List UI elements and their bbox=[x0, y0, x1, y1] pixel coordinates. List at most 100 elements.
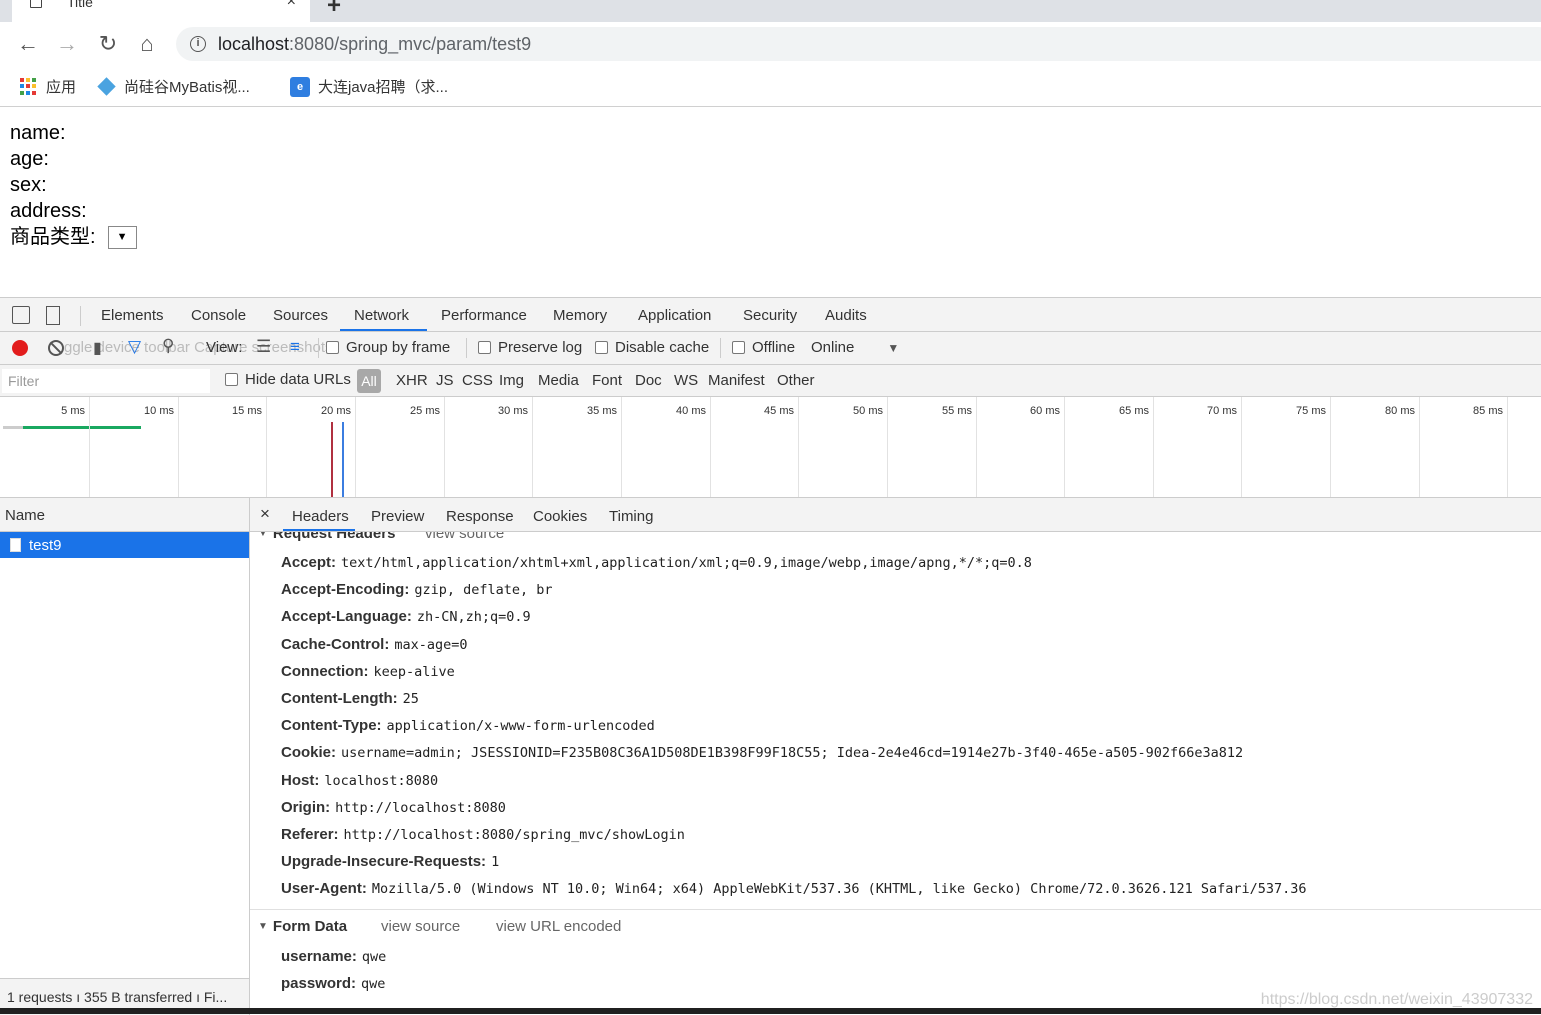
tab-audits[interactable]: Audits bbox=[825, 307, 867, 324]
header-name: User-Agent: bbox=[281, 880, 367, 898]
bookmark-label: 应用 bbox=[46, 79, 77, 96]
home-icon[interactable]: ⌂ bbox=[135, 31, 159, 56]
timeline-gridline bbox=[887, 397, 888, 497]
request-header-row: Accept-Encoding: gzip, deflate, br bbox=[281, 581, 553, 598]
form-field-name: password: bbox=[281, 975, 357, 992]
offline-checkbox[interactable]: Offline bbox=[732, 339, 795, 356]
filter-type-js[interactable]: JS bbox=[436, 372, 454, 389]
tab-performance[interactable]: Performance bbox=[441, 307, 527, 324]
filter-type-media[interactable]: Media bbox=[538, 372, 579, 389]
filter-bar: Filter Hide data URLs All XHR JS CSS Img… bbox=[0, 365, 1541, 397]
filter-type-manifest[interactable]: Manifest bbox=[708, 372, 765, 389]
bookmark-apps[interactable]: 应用 bbox=[20, 76, 76, 97]
hide-data-urls-checkbox[interactable]: Hide data URLs bbox=[225, 371, 351, 388]
screenshot-icon[interactable]: ▮ bbox=[93, 338, 102, 358]
filter-type-xhr[interactable]: XHR bbox=[396, 372, 428, 389]
tab-close-icon[interactable]: × bbox=[287, 0, 296, 11]
reload-icon[interactable]: ↻ bbox=[96, 31, 120, 56]
form-view-source-link[interactable]: view source bbox=[381, 918, 460, 935]
timeline-tick-label: 15 ms bbox=[232, 405, 262, 417]
search-icon[interactable]: ⚲ bbox=[162, 336, 174, 356]
divider bbox=[80, 306, 81, 326]
tab-sources[interactable]: Sources bbox=[273, 307, 328, 324]
field-sex: sex: bbox=[10, 174, 47, 196]
browser-tab[interactable]: Title × bbox=[12, 0, 310, 22]
header-name: Upgrade-Insecure-Requests: bbox=[281, 853, 487, 871]
request-header-row: Cache-Control: max-age=0 bbox=[281, 636, 468, 653]
tab-console[interactable]: Console bbox=[191, 307, 246, 324]
filter-type-other[interactable]: Other bbox=[777, 372, 815, 389]
request-view-source-link[interactable]: view source bbox=[425, 532, 504, 542]
address-bar[interactable]: i localhost:8080/spring_mvc/param/test9 bbox=[176, 27, 1541, 61]
disable-cache-checkbox[interactable]: Disable cache bbox=[595, 339, 709, 356]
bookmark-label: 大连java招聘（求... bbox=[318, 79, 449, 96]
preserve-log-checkbox[interactable]: Preserve log bbox=[478, 339, 582, 356]
tab-preview[interactable]: Preview bbox=[371, 508, 424, 525]
timeline-tick-label: 20 ms bbox=[321, 405, 351, 417]
request-row[interactable]: test9 bbox=[0, 532, 249, 558]
inspect-element-icon[interactable] bbox=[12, 306, 30, 324]
tab-cookies[interactable]: Cookies bbox=[533, 508, 587, 525]
tab-timing[interactable]: Timing bbox=[609, 508, 653, 525]
devtools-tabs: Elements Console Sources Network Perform… bbox=[0, 298, 1541, 332]
group-by-frame-checkbox[interactable]: Group by frame bbox=[326, 339, 450, 356]
product-type-select[interactable]: ▼ bbox=[107, 225, 137, 249]
filter-type-css[interactable]: CSS bbox=[462, 372, 493, 389]
timeline-tick-label: 65 ms bbox=[1119, 405, 1149, 417]
tab-headers[interactable]: Headers bbox=[292, 508, 349, 525]
close-icon[interactable]: × bbox=[260, 504, 270, 524]
large-rows-icon[interactable]: ☰ bbox=[256, 337, 271, 357]
page-icon bbox=[30, 0, 42, 8]
record-icon[interactable] bbox=[12, 340, 28, 356]
filter-type-img[interactable]: Img bbox=[499, 372, 524, 389]
filter-input[interactable]: Filter bbox=[2, 369, 210, 393]
request-header-row: Referer: http://localhost:8080/spring_mvc… bbox=[281, 826, 685, 843]
active-tab-indicator bbox=[340, 329, 427, 331]
request-headers-toggle[interactable]: ▼ Request Headers bbox=[258, 532, 395, 542]
form-view-url-encoded-link[interactable]: view URL encoded bbox=[496, 918, 621, 935]
request-header-row: Host: localhost:8080 bbox=[281, 772, 438, 789]
info-icon[interactable]: i bbox=[190, 36, 206, 52]
active-tab-indicator bbox=[283, 529, 355, 531]
device-toolbar-icon[interactable] bbox=[46, 306, 60, 325]
filter-type-font[interactable]: Font bbox=[592, 372, 622, 389]
page-content: name: age: sex: address: 商品类型: ▼ bbox=[10, 120, 137, 250]
throttling-select[interactable]: Online ▼ bbox=[811, 339, 899, 356]
site-icon: e bbox=[290, 76, 310, 97]
bookmark-dalian-java[interactable]: e 大连java招聘（求... bbox=[290, 76, 448, 97]
back-icon[interactable]: ← bbox=[16, 31, 40, 56]
tab-application[interactable]: Application bbox=[638, 307, 711, 324]
filter-type-ws[interactable]: WS bbox=[674, 372, 698, 389]
tab-response[interactable]: Response bbox=[446, 508, 514, 525]
timeline-gridline bbox=[1064, 397, 1065, 497]
filter-icon[interactable]: ▽ bbox=[128, 337, 141, 357]
timeline-gridline bbox=[178, 397, 179, 497]
header-value: http://localhost:8080/spring_mvc/showLog… bbox=[343, 827, 685, 843]
waterfall-icon[interactable]: ≡ bbox=[290, 337, 300, 357]
request-bar-download bbox=[23, 426, 141, 429]
url-text[interactable]: localhost:8080/spring_mvc/param/test9 bbox=[218, 34, 531, 55]
header-value: 1 bbox=[491, 854, 500, 871]
divider bbox=[720, 338, 721, 358]
filter-type-all[interactable]: All bbox=[357, 369, 381, 393]
timeline-gridline bbox=[621, 397, 622, 497]
name-column-header[interactable]: Name bbox=[0, 498, 249, 532]
tab-elements[interactable]: Elements bbox=[101, 307, 164, 324]
divider bbox=[466, 338, 467, 358]
new-tab-icon[interactable]: + bbox=[327, 0, 341, 20]
network-toolbar: ggle device toolbar Capture screenshots … bbox=[0, 332, 1541, 365]
forward-icon[interactable]: → bbox=[55, 31, 79, 56]
timeline-gridline bbox=[1241, 397, 1242, 497]
bookmark-mybatis[interactable]: 尚硅谷MyBatis视... bbox=[98, 76, 250, 97]
timeline-gridline bbox=[444, 397, 445, 497]
clear-icon[interactable] bbox=[48, 340, 64, 356]
filter-type-doc[interactable]: Doc bbox=[635, 372, 662, 389]
form-data-toggle[interactable]: ▼ Form Data bbox=[258, 918, 347, 935]
tab-memory[interactable]: Memory bbox=[553, 307, 607, 324]
timeline-tick-label: 30 ms bbox=[498, 405, 528, 417]
tab-security[interactable]: Security bbox=[743, 307, 797, 324]
tab-network[interactable]: Network bbox=[354, 307, 409, 324]
navigation-bar: ← → ↻ ⌂ i localhost:8080/spring_mvc/para… bbox=[0, 22, 1541, 66]
timeline-overview[interactable]: 5 ms 10 ms 15 ms 20 ms 25 ms 30 ms 35 ms 40 ms 4… bbox=[0, 397, 1541, 498]
request-header-row: User-Agent: Mozilla/5.0 (Windows NT 10.0;… bbox=[281, 880, 1307, 897]
